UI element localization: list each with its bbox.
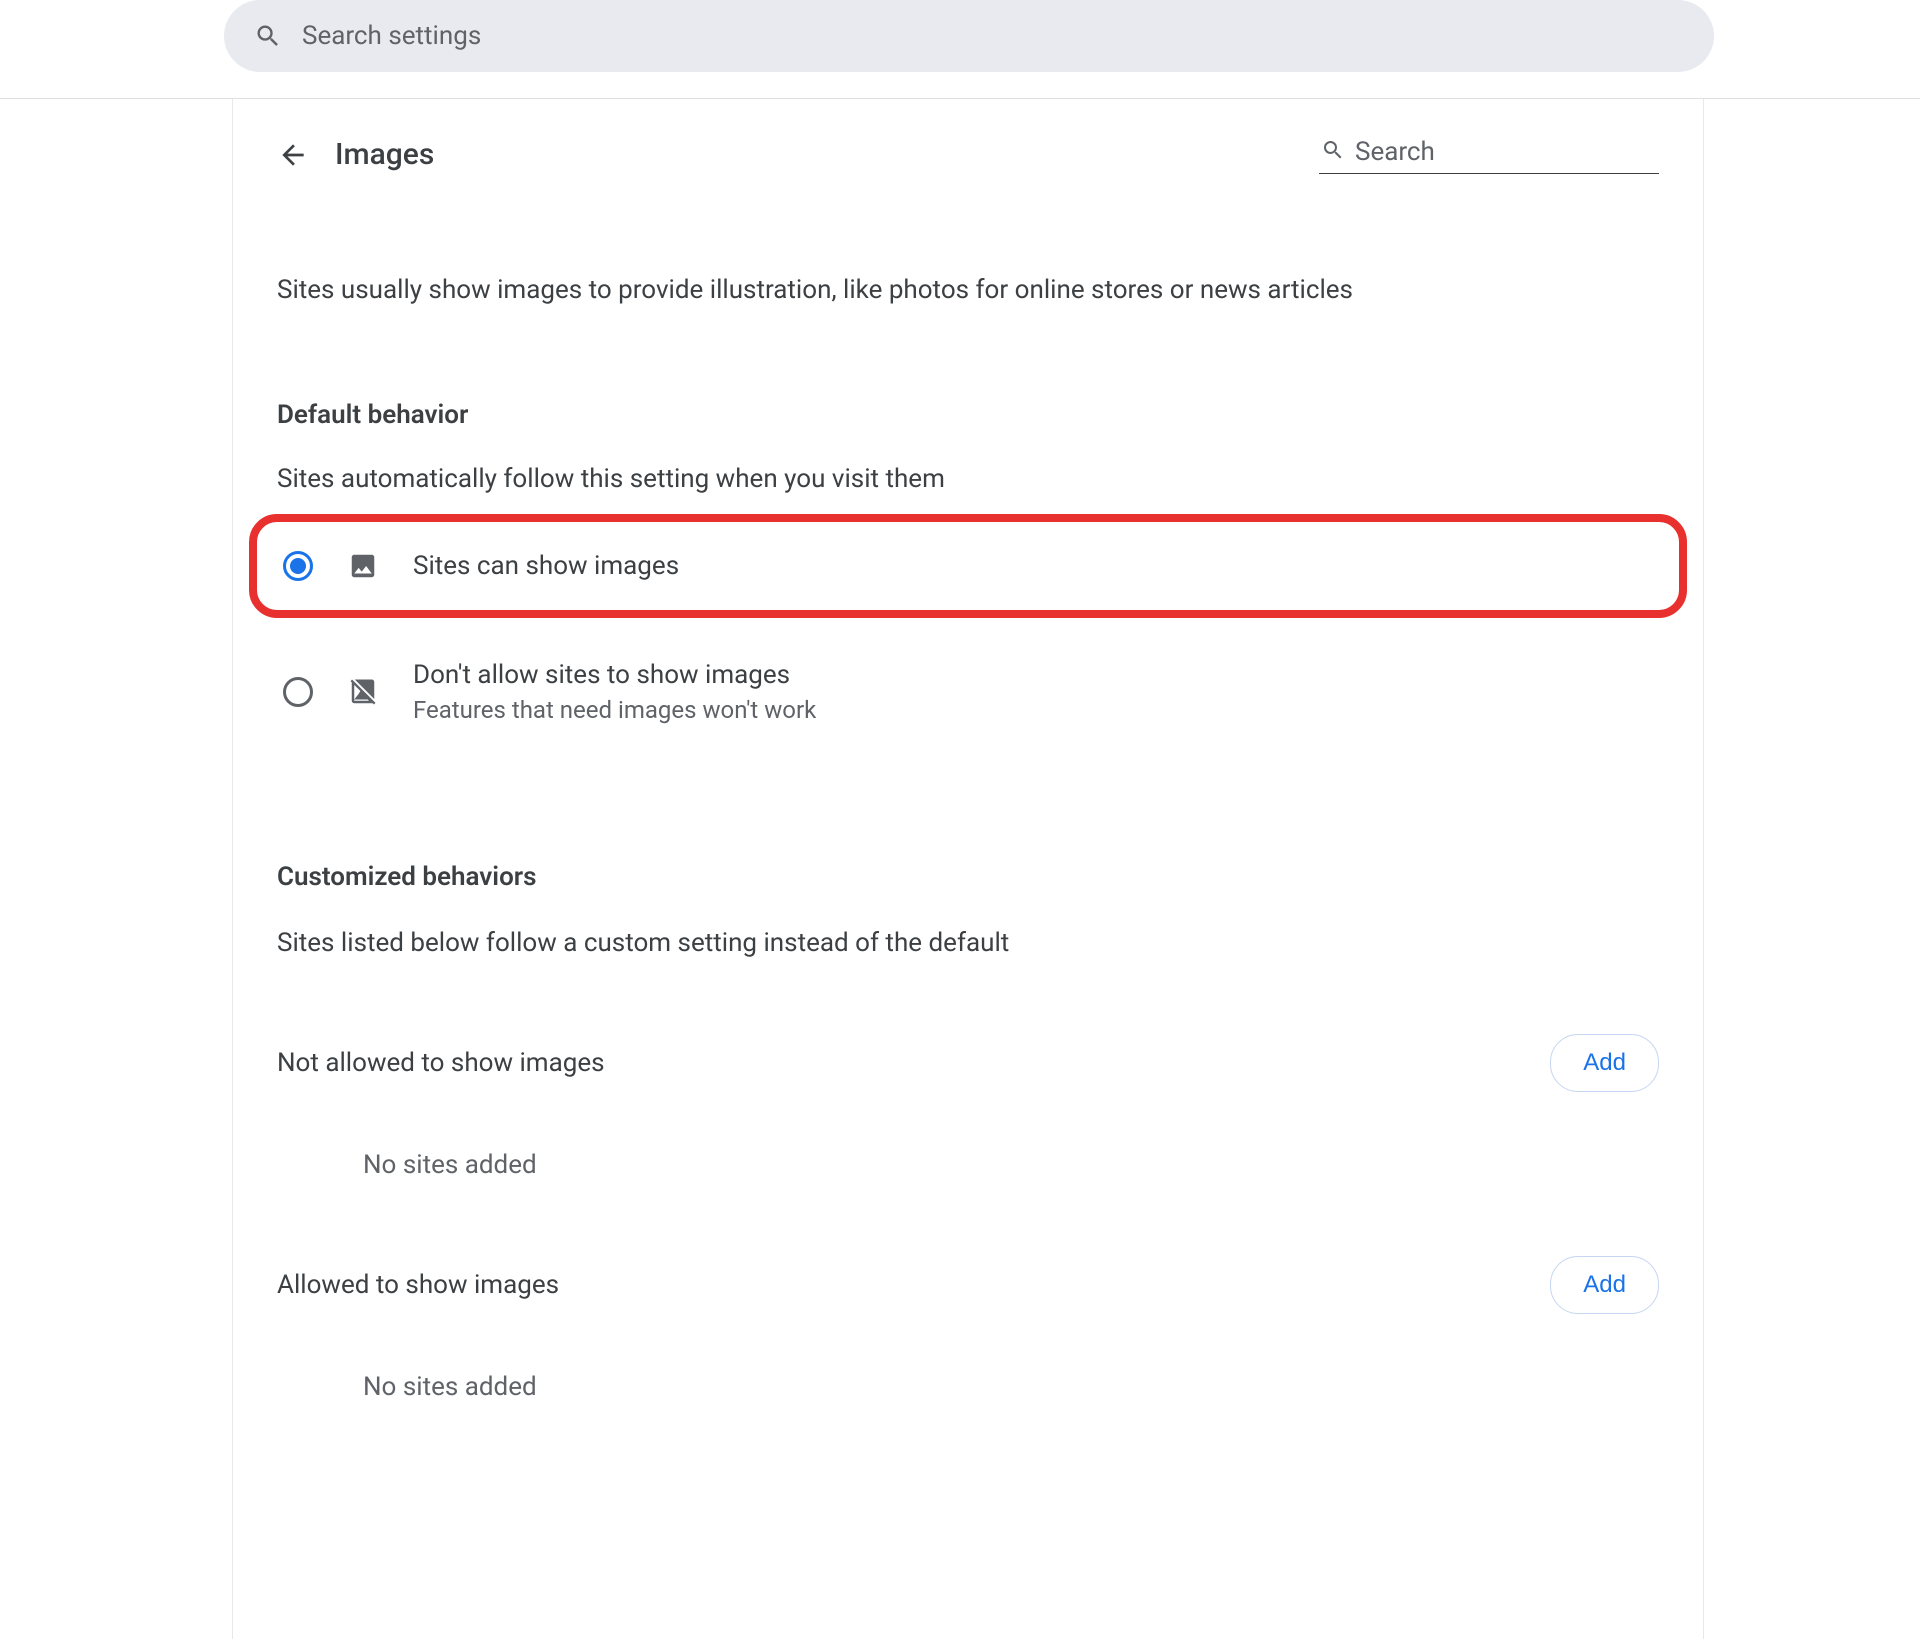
settings-card: Images Search Sites usually show images … [232, 99, 1704, 1639]
block-label: Not allowed to show images [277, 1048, 605, 1078]
block-head: Not allowed to show images Add [277, 1034, 1659, 1092]
block-empty: No sites added [277, 1150, 1659, 1180]
block-empty: No sites added [277, 1372, 1659, 1402]
block-allowed: Allowed to show images Add No sites adde… [277, 1256, 1659, 1402]
global-search-placeholder: Search settings [302, 21, 481, 51]
search-icon [1321, 138, 1345, 166]
add-allowed-button[interactable]: Add [1550, 1256, 1659, 1314]
option-allow-images[interactable]: Sites can show images [249, 514, 1687, 618]
block-label: Allowed to show images [277, 1270, 559, 1300]
global-search-bar[interactable]: Search settings [224, 0, 1714, 72]
radio-unselected[interactable] [283, 677, 313, 707]
option-block-images[interactable]: Don't allow sites to show images Feature… [277, 632, 1659, 752]
no-image-icon [347, 676, 379, 708]
block-head: Allowed to show images Add [277, 1256, 1659, 1314]
search-icon [252, 20, 284, 52]
card-header: Images Search [233, 135, 1703, 174]
radio-selected[interactable] [283, 551, 313, 581]
default-behavior-subtitle: Sites automatically follow this setting … [277, 464, 1659, 494]
customized-behaviors-subtitle: Sites listed below follow a custom setti… [277, 928, 1659, 958]
option-text: Don't allow sites to show images Feature… [413, 660, 816, 724]
global-search-bar-container: Search settings [0, 0, 1920, 99]
card-body: Sites usually show images to provide ill… [233, 272, 1703, 1402]
page-search-placeholder: Search [1355, 137, 1435, 167]
option-label: Sites can show images [413, 551, 679, 581]
arrow-left-icon [277, 139, 309, 171]
customized-behaviors-title: Customized behaviors [277, 862, 1659, 892]
page-search[interactable]: Search [1319, 135, 1659, 174]
default-behavior-options: Sites can show images Don't allow sites … [277, 514, 1659, 752]
option-label: Don't allow sites to show images [413, 660, 816, 690]
back-button[interactable] [277, 139, 309, 171]
page-title: Images [335, 137, 434, 172]
intro-text: Sites usually show images to provide ill… [277, 272, 1659, 310]
image-icon [347, 550, 379, 582]
add-not-allowed-button[interactable]: Add [1550, 1034, 1659, 1092]
default-behavior-title: Default behavior [277, 400, 1659, 430]
option-text: Sites can show images [413, 551, 679, 581]
block-not-allowed: Not allowed to show images Add No sites … [277, 1034, 1659, 1180]
option-sublabel: Features that need images won't work [413, 696, 816, 724]
